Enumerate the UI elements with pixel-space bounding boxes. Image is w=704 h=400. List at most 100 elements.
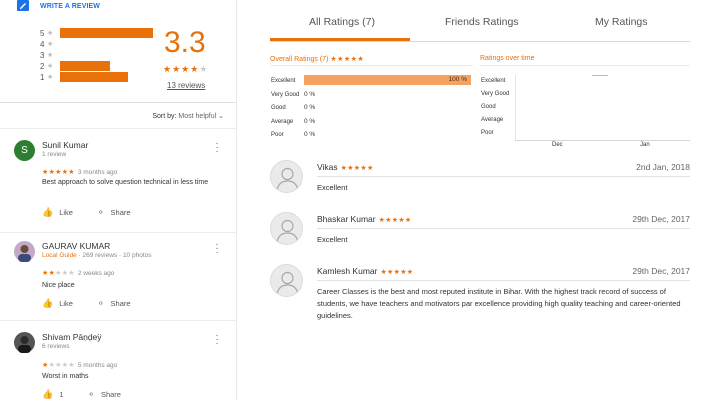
avatar[interactable] xyxy=(270,264,303,297)
star-icon: ★ xyxy=(172,64,182,74)
avatar[interactable] xyxy=(14,241,35,262)
reviewer-name[interactable]: GAURAV KUMAR xyxy=(42,241,110,251)
share-button[interactable]: Share xyxy=(111,299,131,308)
share-button[interactable]: Share xyxy=(111,208,131,217)
divider xyxy=(317,228,690,229)
review-date: 2nd Jan, 2018 xyxy=(636,162,690,172)
breakdown-percent: 0 % xyxy=(304,118,316,125)
divider xyxy=(317,280,690,281)
star-icon: ★ xyxy=(181,64,191,74)
over-time-series-line xyxy=(592,75,608,76)
sort-dropdown[interactable]: Sort by: Most helpful ⌄ xyxy=(152,112,224,120)
tab-all-ratings[interactable]: All Ratings (7) xyxy=(309,16,375,28)
histogram-bar xyxy=(60,61,110,71)
reviewer-meta: 1 review xyxy=(42,151,67,158)
person-icon xyxy=(18,245,31,262)
breakdown-label: Good xyxy=(271,104,286,111)
review-count-link[interactable]: 13 reviews xyxy=(167,81,205,90)
histogram-bar xyxy=(60,28,153,38)
breakdown-label: Excellent xyxy=(271,77,296,84)
histogram-row: 4 ★ xyxy=(40,39,56,49)
reviewer-name-text[interactable]: Kamlesh Kumar xyxy=(317,266,377,276)
avatar[interactable] xyxy=(270,160,303,193)
divider xyxy=(317,176,690,177)
reviewer-stats: · 269 reviews · 10 photos xyxy=(76,252,152,259)
star-icon: ★★ xyxy=(42,270,56,277)
review-stars: ★★★★★ 3 months ago xyxy=(42,168,117,176)
more-options-icon[interactable]: · · · xyxy=(215,139,219,157)
divider xyxy=(0,102,237,103)
active-tab-indicator xyxy=(270,38,410,41)
histogram-row-label: 1 xyxy=(40,72,45,82)
sort-label: Sort by: xyxy=(152,113,177,120)
over-time-tick: Dec xyxy=(552,142,563,148)
local-guide-badge: Local Guide xyxy=(42,252,77,259)
share-icon[interactable]: ⚬ xyxy=(97,207,105,218)
reviewer-name: Kamlesh Kumar ★★★★★ xyxy=(317,266,413,276)
tab-friends-ratings[interactable]: Friends Ratings xyxy=(445,16,519,28)
star-icon: ★ xyxy=(47,30,54,37)
divider xyxy=(0,232,237,233)
thumbs-up-icon[interactable]: 👍 xyxy=(42,207,53,218)
avatar[interactable] xyxy=(14,332,35,353)
over-time-plot xyxy=(515,75,690,141)
histogram-row: 5 ★ xyxy=(40,28,153,38)
star-icon: ★ xyxy=(163,64,173,74)
breakdown-label: Average xyxy=(271,118,294,125)
reviewer-name-text[interactable]: Vikas xyxy=(317,162,338,172)
chevron-down-icon: ⌄ xyxy=(218,113,224,120)
reviewer-name[interactable]: Shivam Pāṇḍeÿ xyxy=(42,332,102,342)
review-actions: 👍 Like ⚬ Share xyxy=(42,298,131,309)
review-text: Worst in maths xyxy=(42,373,89,380)
more-options-icon[interactable]: · · · xyxy=(215,240,219,258)
histogram-bar xyxy=(60,72,128,82)
reviewer-name[interactable]: Sunil Kumar xyxy=(42,140,88,150)
avatar[interactable] xyxy=(270,212,303,245)
person-placeholder-icon xyxy=(276,167,299,192)
share-icon[interactable]: ⚬ xyxy=(97,298,105,309)
share-icon[interactable]: ⚬ xyxy=(87,389,95,400)
reviewer-meta: 6 reviews xyxy=(42,343,70,350)
star-icon: ★★★★★ xyxy=(42,169,75,176)
tab-my-ratings[interactable]: My Ratings xyxy=(595,16,648,28)
divider xyxy=(270,65,473,66)
review-stars: ★★★★★ 5 months ago xyxy=(42,361,117,369)
review-text: Excellent xyxy=(317,183,348,192)
breakdown-percent: 0 % xyxy=(304,91,316,98)
reviewer-name-text[interactable]: Bhaskar Kumar xyxy=(317,214,376,224)
review-text: Career Classes is the best and most repu… xyxy=(317,287,681,320)
breakdown-row: Excellent xyxy=(271,75,304,86)
over-time-label: Average xyxy=(481,117,504,123)
histogram-row-label: 2 xyxy=(40,61,45,71)
star-icon: ★★★ xyxy=(55,270,75,277)
reviews-page: WRITE A REVIEW 5 ★ 4 ★ 3 ★ 2 ★ 1 ★ 3.3 ★… xyxy=(0,0,704,400)
star-icon: ★★★★ xyxy=(48,362,75,369)
review-time: 5 months ago xyxy=(77,362,118,369)
breakdown-percent: 0 % xyxy=(304,131,316,138)
like-count[interactable]: 1 xyxy=(59,390,63,399)
review-actions: 👍 1 ⚬ Share xyxy=(42,389,121,400)
excellent-bar: 100 % xyxy=(304,75,471,85)
write-review-button[interactable]: WRITE A REVIEW xyxy=(17,0,100,12)
star-icon: ★ xyxy=(199,64,209,74)
review-text: Best approach to solve question technica… xyxy=(42,179,209,186)
more-options-icon[interactable]: · · · xyxy=(215,331,219,349)
over-time-label: Very Good xyxy=(481,91,510,97)
review-stars: ★★★★★ xyxy=(340,165,374,172)
over-time-label: Excellent xyxy=(481,78,506,84)
thumbs-up-icon[interactable]: 👍 xyxy=(42,389,53,400)
share-button[interactable]: Share xyxy=(101,390,121,399)
ratings-over-time-title: Ratings over time xyxy=(480,55,535,62)
like-button[interactable]: Like xyxy=(59,299,73,308)
like-button[interactable]: Like xyxy=(59,208,73,217)
thumbs-up-icon[interactable]: 👍 xyxy=(42,298,53,309)
breakdown-percent: 0 % xyxy=(304,104,316,111)
breakdown-percent: 100 % xyxy=(448,76,467,83)
breakdown-row: Poor 0 % xyxy=(271,129,315,140)
average-rating: 3.3 xyxy=(164,26,206,59)
review-stars: ★★★★★ xyxy=(378,217,412,224)
histogram-row-label: 4 xyxy=(40,39,45,49)
avatar[interactable]: S xyxy=(14,140,35,161)
histogram-row: 3 ★ xyxy=(40,50,56,60)
review-date: 29th Dec, 2017 xyxy=(632,214,690,224)
